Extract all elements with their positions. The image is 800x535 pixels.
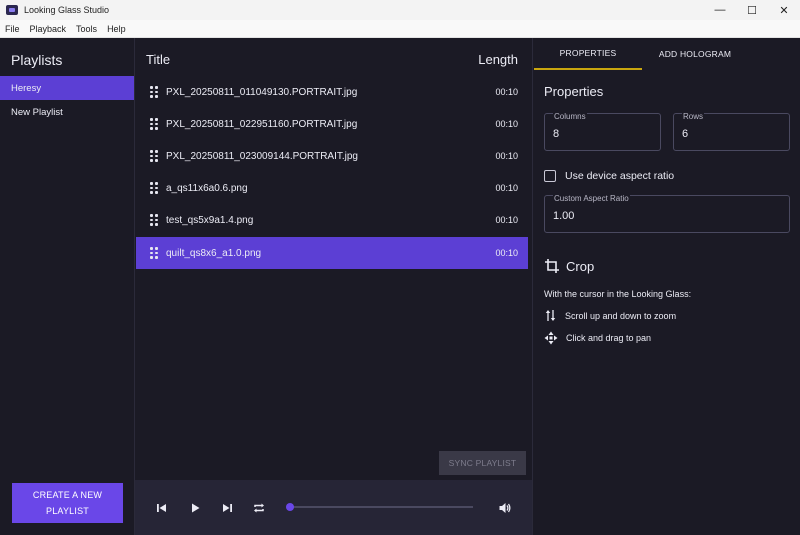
- player-controls: [135, 480, 532, 535]
- app-logo-icon: [6, 5, 18, 15]
- custom-aspect-label: Custom Aspect Ratio: [553, 194, 630, 203]
- play-icon: [192, 503, 200, 512]
- drag-handle-icon[interactable]: [150, 247, 160, 259]
- row-title: a_qs11x6a0.6.png: [166, 182, 248, 194]
- seek-thumb[interactable]: [286, 503, 294, 511]
- row-length: 00:10: [495, 87, 518, 97]
- row-length: 00:10: [495, 183, 518, 193]
- crop-icon: [545, 259, 559, 273]
- playlist-panel: Title Length PXL_20250811_011049130.PORT…: [135, 38, 532, 535]
- row-length: 00:10: [495, 248, 518, 258]
- crop-title: Crop: [566, 258, 595, 274]
- crop-section-heading: Crop: [544, 258, 594, 274]
- aspect-ratio-option[interactable]: Use device aspect ratio: [544, 170, 674, 182]
- custom-aspect-value: 1.00: [553, 210, 575, 222]
- row-title: test_qs5x9a1.4.png: [166, 214, 254, 226]
- columns-value: 8: [553, 128, 560, 140]
- playlist-row[interactable]: PXL_20250811_023009144.PORTRAIT.jpg 00:1…: [136, 140, 528, 172]
- scroll-arrows-icon: [545, 310, 556, 321]
- tab-properties[interactable]: PROPERTIES: [534, 38, 642, 70]
- menu-tools[interactable]: Tools: [71, 24, 102, 34]
- drag-handle-icon[interactable]: [150, 118, 160, 130]
- properties-heading: Properties: [544, 84, 604, 99]
- move-arrows-icon: [544, 331, 558, 345]
- playlist-row[interactable]: a_qs11x6a0.6.png 00:10: [136, 172, 528, 204]
- play-button[interactable]: [185, 480, 205, 535]
- menu-help[interactable]: Help: [102, 24, 131, 34]
- menu-playback[interactable]: Playback: [25, 24, 72, 34]
- columns-field[interactable]: Columns 8: [544, 112, 661, 151]
- columns-label: Columns: [553, 112, 587, 121]
- window-title: Looking Glass Studio: [24, 5, 110, 15]
- seek-slider[interactable]: [286, 503, 473, 511]
- rows-value: 6: [682, 128, 689, 140]
- volume-button[interactable]: [495, 480, 515, 535]
- pan-hint-text: Click and drag to pan: [566, 333, 652, 343]
- properties-panel: PROPERTIES ADD HOLOGRAM Properties Colum…: [532, 38, 800, 535]
- window-titlebar: Looking Glass Studio — ☐ ✕: [0, 0, 800, 20]
- sidebar-item-heresy[interactable]: Heresy: [0, 76, 134, 100]
- row-title: PXL_20250811_023009144.PORTRAIT.jpg: [166, 150, 358, 162]
- skip-previous-icon: [157, 503, 166, 512]
- row-length: 00:10: [495, 151, 518, 161]
- aspect-ratio-checkbox[interactable]: [544, 170, 556, 182]
- pan-hint: Click and drag to pan: [544, 331, 651, 345]
- drag-handle-icon[interactable]: [150, 214, 160, 226]
- zoom-hint-text: Scroll up and down to zoom: [565, 310, 677, 321]
- window-controls: — ☐ ✕: [704, 0, 800, 20]
- skip-next-button[interactable]: [217, 480, 237, 535]
- row-length: 00:10: [495, 215, 518, 225]
- repeat-button[interactable]: [249, 480, 269, 535]
- playlist-row[interactable]: PXL_20250811_022951160.PORTRAIT.jpg 00:1…: [136, 108, 528, 140]
- sync-playlist-button[interactable]: SYNC PLAYLIST: [439, 451, 526, 475]
- skip-next-icon: [223, 503, 232, 512]
- repeat-icon: [254, 503, 264, 512]
- crop-instruction: With the cursor in the Looking Glass:: [544, 289, 692, 299]
- sidebar-title: Playlists: [11, 52, 63, 68]
- rows-field[interactable]: Rows 6: [673, 112, 790, 151]
- rows-label: Rows: [682, 112, 705, 121]
- create-playlist-button[interactable]: CREATE A NEW PLAYLIST: [12, 483, 123, 523]
- zoom-hint: Scroll up and down to zoom: [544, 309, 676, 322]
- row-length: 00:10: [495, 119, 518, 129]
- sidebar-item-new-playlist[interactable]: New Playlist: [0, 100, 134, 124]
- maximize-button[interactable]: ☐: [736, 0, 768, 20]
- custom-aspect-ratio-field[interactable]: Custom Aspect Ratio 1.00: [544, 194, 790, 233]
- title-column-header: Title: [146, 52, 171, 67]
- skip-previous-button[interactable]: [152, 480, 172, 535]
- drag-handle-icon[interactable]: [150, 150, 160, 162]
- row-title: PXL_20250811_022951160.PORTRAIT.jpg: [166, 118, 358, 130]
- tab-add-hologram[interactable]: ADD HOLOGRAM: [642, 38, 748, 70]
- aspect-ratio-label: Use device aspect ratio: [565, 170, 675, 182]
- playlist-row[interactable]: PXL_20250811_011049130.PORTRAIT.jpg 00:1…: [136, 76, 528, 108]
- volume-icon: [499, 502, 511, 513]
- playlist-row[interactable]: test_qs5x9a1.4.png 00:10: [136, 204, 528, 236]
- drag-handle-icon[interactable]: [150, 86, 160, 98]
- row-title: quilt_qs8x6_a1.0.png: [166, 247, 262, 259]
- playlist-row-selected[interactable]: quilt_qs8x6_a1.0.png 00:10: [136, 237, 528, 269]
- menu-file[interactable]: File: [0, 24, 25, 34]
- menu-bar: File Playback Tools Help: [0, 20, 800, 38]
- close-button[interactable]: ✕: [768, 0, 800, 20]
- playlists-sidebar: Playlists Heresy New Playlist CREATE A N…: [0, 38, 135, 535]
- minimize-button[interactable]: —: [704, 0, 736, 20]
- drag-handle-icon[interactable]: [150, 182, 160, 194]
- row-title: PXL_20250811_011049130.PORTRAIT.jpg: [166, 86, 358, 98]
- length-column-header: Length: [478, 52, 518, 67]
